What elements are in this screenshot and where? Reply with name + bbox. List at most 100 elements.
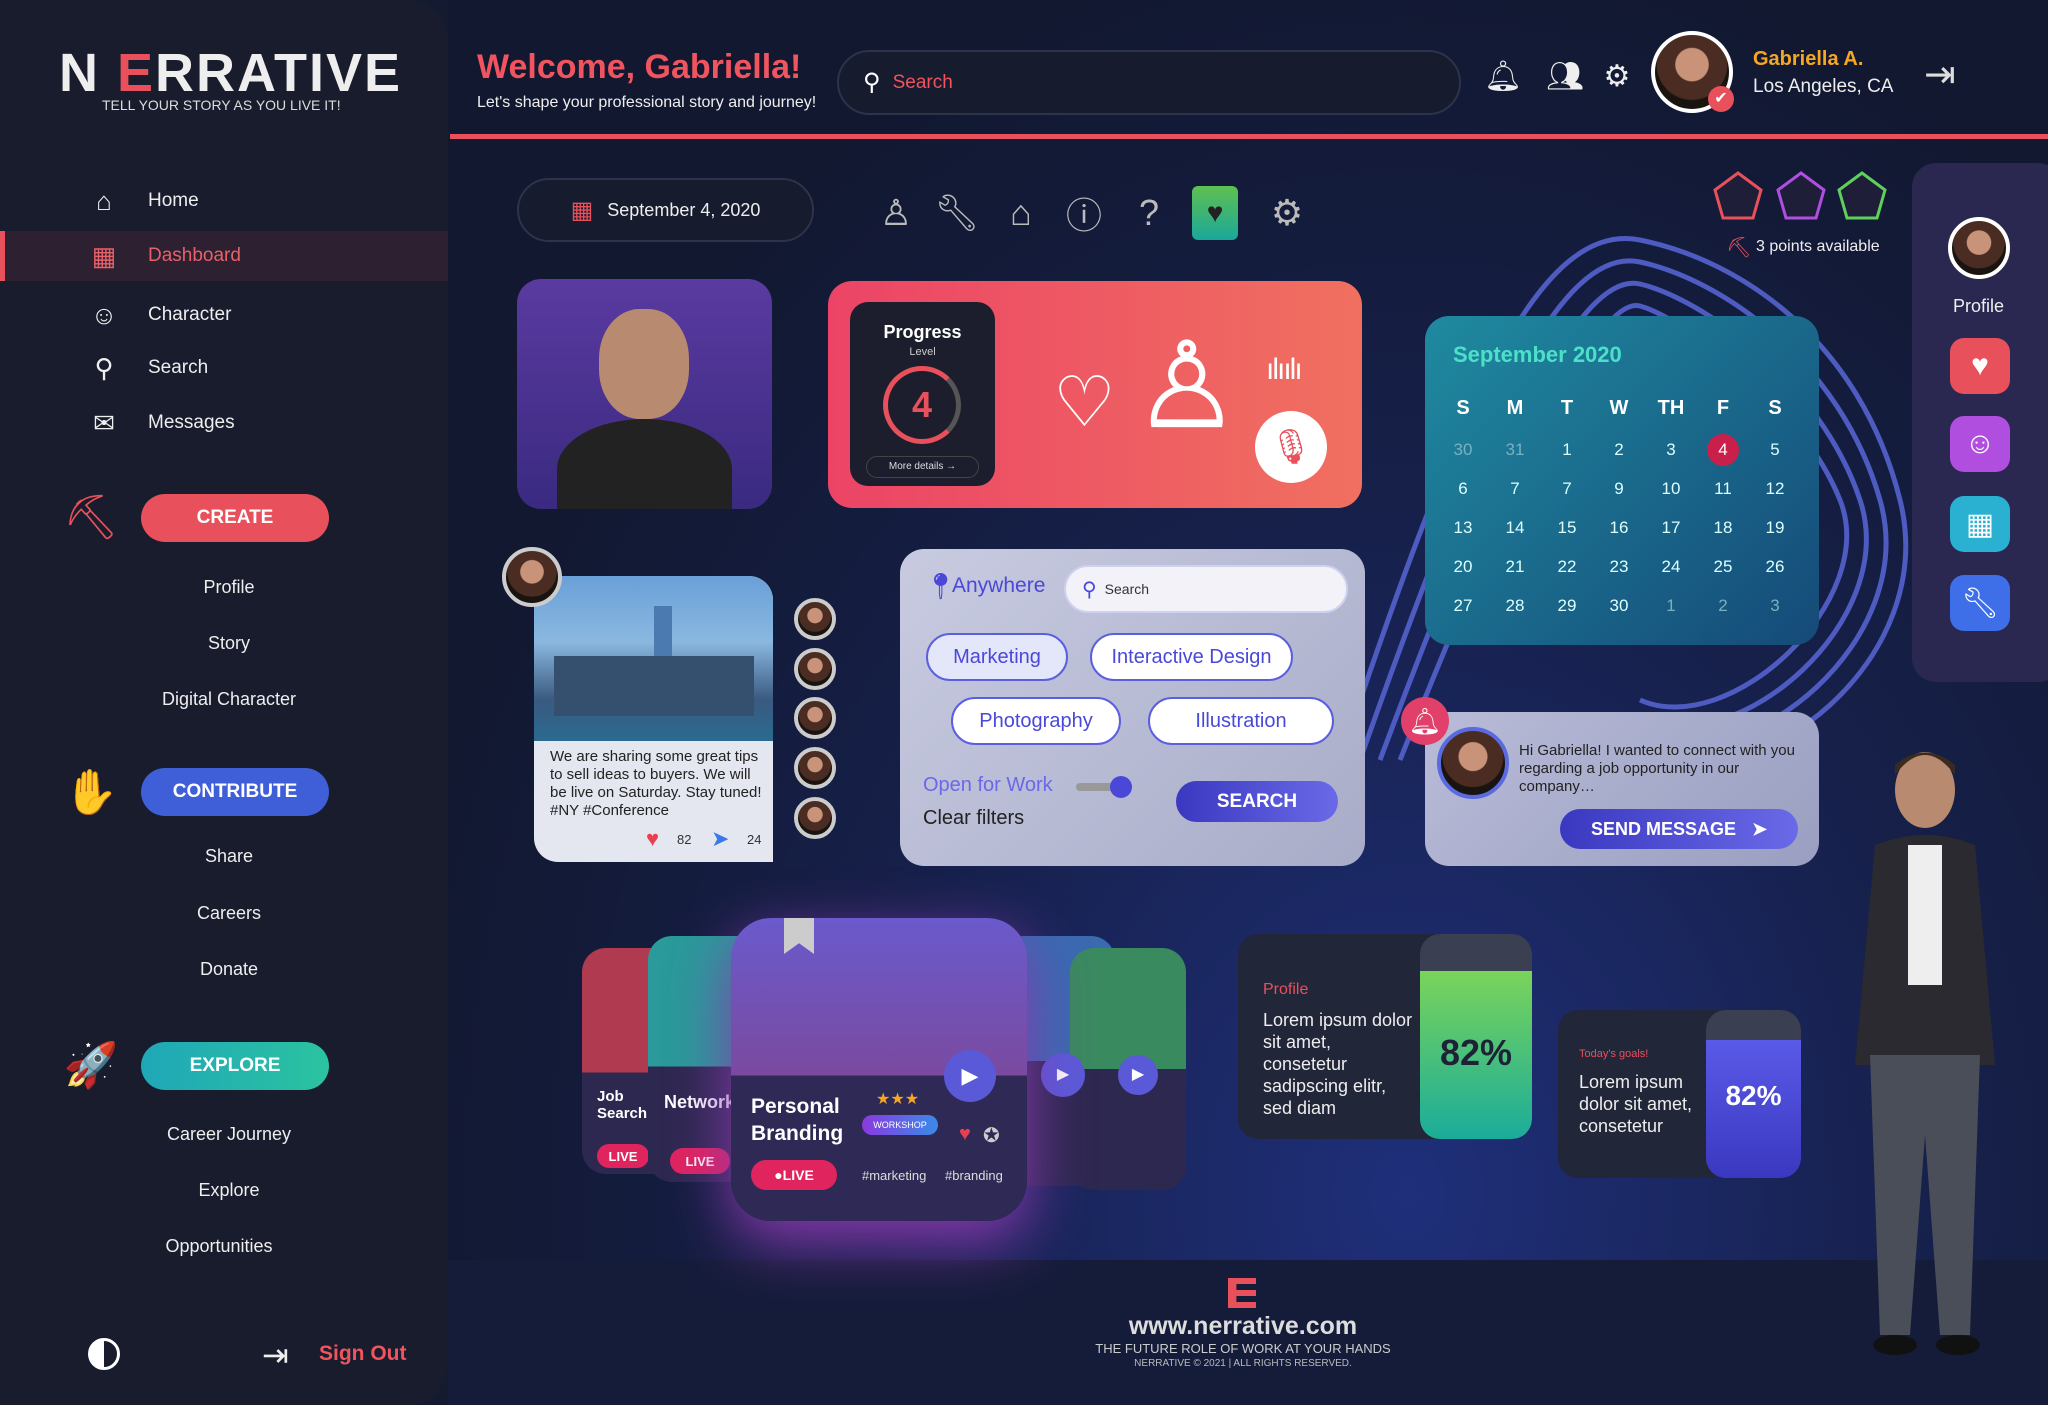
digital-character-card[interactable] [517,279,772,509]
sidebar-item-careers[interactable]: Careers [0,903,458,924]
explore-button[interactable]: EXPLORE [141,1042,329,1090]
calendar-day[interactable]: 23 [1593,547,1645,586]
heart-icon[interactable]: ♥ [959,1123,971,1146]
calendar-day[interactable]: 2 [1697,586,1749,625]
sidebar-item-messages[interactable]: ✉ Messages [0,397,448,449]
play-button[interactable]: ▶ [944,1050,996,1102]
contact-avatar[interactable] [794,797,836,839]
sidebar-item-digital-character[interactable]: Digital Character [0,689,458,710]
sidebar-item-share[interactable]: Share [0,846,458,867]
calendar-day[interactable]: 3 [1749,586,1801,625]
sidebar-item-dashboard[interactable]: ▦ Dashboard [0,231,448,281]
calendar-day[interactable]: 18 [1697,508,1749,547]
social-post-card[interactable]: We are sharing some great tips to sell i… [534,576,773,862]
tag-marketing[interactable]: #marketing [862,1168,926,1183]
calendar-day[interactable]: 5 [1749,430,1801,469]
sidebar-item-story[interactable]: Story [0,633,458,654]
sign-out-button[interactable]: Sign Out [319,1342,407,1366]
calendar-day[interactable]: 4 [1697,430,1749,469]
share-plane-icon[interactable]: ➤ [711,826,729,852]
info-scroll-icon[interactable]: ⓘ [1061,190,1107,236]
calendar-day[interactable]: 10 [1645,469,1697,508]
calendar-day[interactable]: 6 [1437,469,1489,508]
search-button[interactable]: SEARCH [1176,781,1338,822]
calendar-day[interactable]: 3 [1645,430,1697,469]
calendar-day[interactable]: 28 [1489,586,1541,625]
microphone-button[interactable]: 🎙︎ [1255,411,1327,483]
favorites-heart-button[interactable]: ♥ [1950,338,2010,394]
sidebar-item-explore[interactable]: Explore [0,1180,458,1201]
sidebar-item-career-journey[interactable]: Career Journey [0,1124,458,1145]
calendar-day[interactable]: 15 [1541,508,1593,547]
chip-illustration[interactable]: Illustration [1148,697,1334,745]
chip-marketing[interactable]: Marketing [926,633,1068,681]
calendar-day[interactable]: 29 [1541,586,1593,625]
heart-book-icon[interactable]: ♥ [1192,186,1238,240]
body-icon[interactable]: ♙ [873,190,919,236]
panel-avatar[interactable] [1948,217,2010,279]
tag-branding[interactable]: #branding [945,1168,1003,1183]
contact-avatar[interactable] [794,598,836,640]
group-icon[interactable]: 👥︎ [1538,56,1592,96]
gear-icon[interactable]: ⚙ [1264,190,1310,236]
calendar-day[interactable]: 17 [1645,508,1697,547]
calendar-day[interactable]: 24 [1645,547,1697,586]
calendar-day[interactable]: 25 [1697,547,1749,586]
question-scroll-icon[interactable]: ? [1126,190,1172,236]
garage-icon[interactable]: ⌂ [998,190,1044,236]
calendar-day[interactable]: 20 [1437,547,1489,586]
clear-filters-link[interactable]: Clear filters [923,807,1024,830]
calendar-day[interactable]: 7 [1489,469,1541,508]
logout-icon[interactable]: ⇥ [1924,52,1956,97]
contact-avatar[interactable] [794,747,836,789]
calendar-day[interactable]: 16 [1593,508,1645,547]
send-message-button[interactable]: SEND MESSAGE ➤ [1560,809,1798,849]
footer-url[interactable]: www.nerrative.com [1043,1312,1443,1341]
calendar-day[interactable]: 14 [1489,508,1541,547]
calendar-day[interactable]: 2 [1593,430,1645,469]
chip-interactive-design[interactable]: Interactive Design [1090,633,1293,681]
theme-toggle-icon[interactable] [88,1338,120,1370]
contact-card-button[interactable]: ☺ [1950,416,2010,472]
calendar-day[interactable]: 13 [1437,508,1489,547]
calendar-day[interactable]: 21 [1489,547,1541,586]
play-button[interactable]: ▶ [1041,1053,1085,1097]
sidebar-item-home[interactable]: ⌂ Home [0,175,448,227]
calendar-day[interactable]: 1 [1541,430,1593,469]
contact-avatar[interactable] [794,697,836,739]
sidebar-item-donate[interactable]: Donate [0,959,458,980]
sidebar-item-character[interactable]: ☺ Character [0,289,448,341]
date-picker[interactable]: ▦ September 4, 2020 [517,178,814,242]
sidebar-item-opportunities[interactable]: Opportunities [0,1236,448,1257]
calendar-day[interactable]: 27 [1437,586,1489,625]
calendar-day[interactable]: 7 [1541,469,1593,508]
settings-gear-icon[interactable]: ⚙ [1597,56,1637,96]
filter-search-input[interactable]: ⚲ Search [1064,565,1348,613]
open-for-work-toggle[interactable] [1076,776,1132,798]
calendar-day[interactable]: 19 [1749,508,1801,547]
carousel-card-personal-branding[interactable]: Personal Branding ★★★ WORKSHOP ▶ ♥ ✪ ● L… [731,918,1027,1221]
play-button[interactable]: ▶ [1118,1055,1158,1095]
like-heart-icon[interactable]: ♥ [646,826,659,852]
create-button[interactable]: CREATE [141,494,329,542]
wrench-icon[interactable]: 🔧︎ [934,190,980,236]
header-search-input[interactable]: ⚲ Search [837,50,1461,115]
sidebar-item-profile[interactable]: Profile [0,577,458,598]
calendar-button[interactable]: ▦ [1950,496,2010,552]
calendar-day[interactable]: 12 [1749,469,1801,508]
calendar-day[interactable]: 26 [1749,547,1801,586]
more-details-button[interactable]: More details → [866,456,979,478]
tools-wrench-button[interactable]: 🔧︎ [1950,575,2010,631]
calendar-day[interactable]: 1 [1645,586,1697,625]
calendar-day[interactable]: 30 [1437,430,1489,469]
calendar-day[interactable]: 9 [1593,469,1645,508]
sender-avatar[interactable] [1437,727,1509,799]
calendar-day[interactable]: 22 [1541,547,1593,586]
contribute-button[interactable]: CONTRIBUTE [141,768,329,816]
calendar-day[interactable]: 30 [1593,586,1645,625]
location-filter[interactable]: Anywhere [952,574,1045,598]
notification-bell-icon[interactable]: 🔔︎ [1483,56,1523,96]
calendar-day[interactable]: 11 [1697,469,1749,508]
post-author-avatar[interactable] [502,547,562,607]
sidebar-item-search[interactable]: ⚲ Search [0,342,448,394]
